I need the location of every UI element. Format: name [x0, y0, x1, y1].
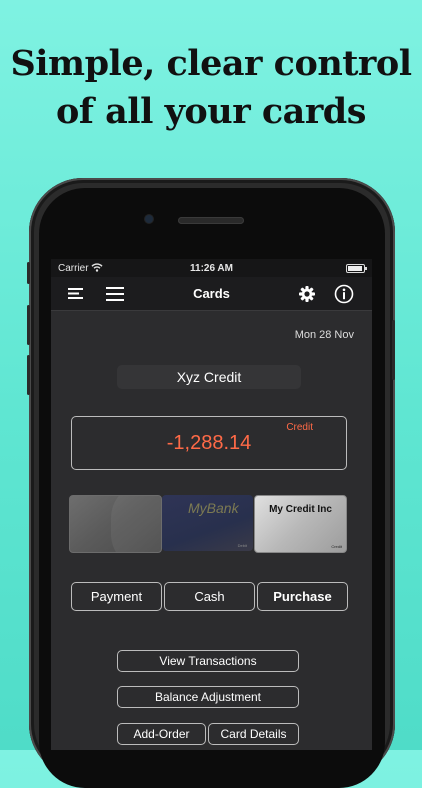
add-order-button[interactable]: Add-Order	[117, 723, 206, 745]
current-date: Mon 28 Nov	[294, 329, 354, 341]
card-issuer-name: My Credit Inc	[269, 504, 332, 515]
balance-adjustment-button[interactable]: Balance Adjustment	[117, 686, 299, 708]
card-thumbnail-plain[interactable]	[69, 495, 162, 553]
camera-icon	[145, 215, 153, 223]
selected-card-name[interactable]: Xyz Credit	[117, 365, 301, 389]
info-icon[interactable]	[333, 283, 355, 305]
balance-amount: -1,288.14	[166, 432, 252, 454]
card-thumbnail-my-credit-inc[interactable]: My Credit Inc Credit	[254, 495, 347, 553]
balance-display: Credit -1,288.14	[71, 416, 347, 470]
speaker-grille	[178, 217, 244, 224]
segment-purchase[interactable]: Purchase	[257, 582, 348, 611]
gear-icon[interactable]	[296, 283, 318, 305]
card-thumbnail-mybank[interactable]: MyBank Debit	[162, 495, 253, 551]
page-title: Cards	[193, 286, 230, 301]
segment-cash[interactable]: Cash	[164, 582, 255, 611]
phone-side-button	[27, 262, 30, 284]
nav-bar: Cards	[51, 277, 372, 311]
battery-icon	[346, 264, 367, 273]
status-bar: Carrier 11:26 AM	[51, 259, 372, 277]
app-screen: Carrier 11:26 AM Cards Mon 28 Nov Xyz Cr…	[51, 259, 372, 750]
segment-payment[interactable]: Payment	[71, 582, 162, 611]
card-bank-name: MyBank	[188, 500, 239, 516]
headline-line-2: of all your cards	[56, 91, 366, 132]
status-time: 11:26 AM	[190, 263, 233, 274]
view-transactions-button[interactable]: View Transactions	[117, 650, 299, 672]
promo-headline: Simple, clear control of all your cards	[0, 40, 422, 136]
phone-volume-down-button	[27, 355, 30, 395]
card-details-button[interactable]: Card Details	[208, 723, 299, 745]
phone-power-button	[392, 320, 395, 380]
card-type-credit: Credit	[331, 544, 342, 549]
headline-line-1: Simple, clear control	[10, 43, 412, 84]
phone-volume-up-button	[27, 305, 30, 345]
card-type-debit: Debit	[237, 543, 247, 548]
